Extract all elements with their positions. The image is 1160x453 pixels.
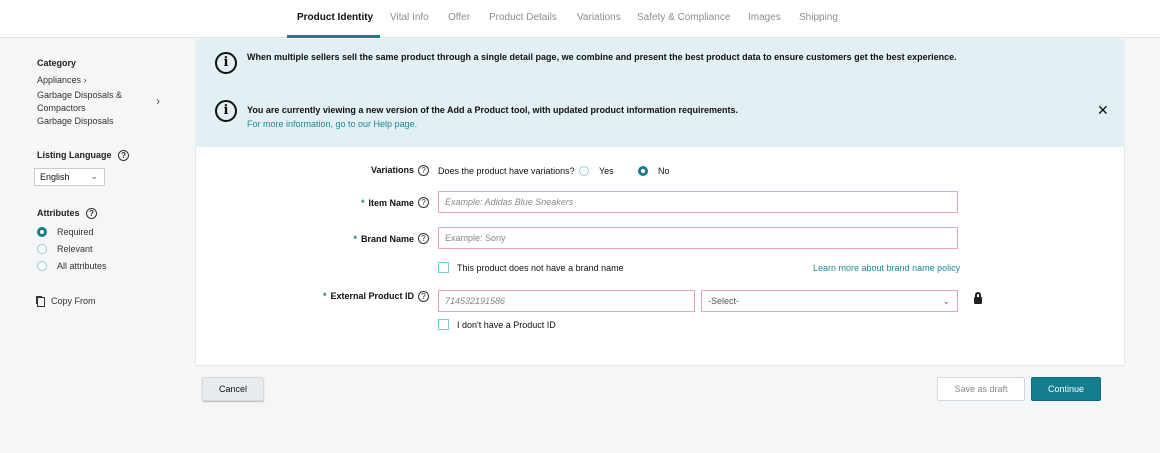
brand-policy-link[interactable]: Learn more about brand name policy xyxy=(813,263,960,273)
copy-from-label: Copy From xyxy=(51,296,96,306)
tab-product-identity[interactable]: Product Identity xyxy=(297,12,373,23)
active-tab-indicator xyxy=(287,35,380,38)
attributes-relevant-label: Relevant xyxy=(57,244,93,254)
info-icon: i xyxy=(215,52,237,74)
tab-shipping[interactable]: Shipping xyxy=(799,12,838,23)
listing-language-heading: Listing Language ? xyxy=(37,150,130,162)
info-banner: i When multiple sellers sell the same pr… xyxy=(195,39,1125,147)
chevron-down-icon: ⌄ xyxy=(942,296,950,306)
external-product-id-label: * External Product ID xyxy=(323,291,414,301)
chevron-down-icon: ⌄ xyxy=(90,171,98,181)
help-icon[interactable]: ? xyxy=(418,197,429,208)
brand-name-input[interactable]: Example: Sony xyxy=(438,227,958,249)
no-product-id-checkbox[interactable] xyxy=(438,319,449,330)
cancel-button[interactable]: Cancel xyxy=(202,377,264,401)
tab-variations[interactable]: Variations xyxy=(577,12,621,23)
required-marker: * xyxy=(353,234,357,244)
variations-yes-label: Yes xyxy=(599,166,614,176)
variations-question: Does the product have variations? xyxy=(438,166,575,176)
category-garbage-disposals-compactors[interactable]: Garbage Disposals & xyxy=(37,90,122,100)
banner-message-sellers: When multiple sellers sell the same prod… xyxy=(247,52,957,62)
item-name-label: * Item Name xyxy=(361,198,414,208)
help-icon[interactable]: ? xyxy=(418,291,429,302)
lock-icon xyxy=(974,292,982,304)
close-icon[interactable]: ✕ xyxy=(1097,102,1109,119)
tab-safety-compliance[interactable]: Safety & Compliance xyxy=(637,12,730,23)
attributes-heading: Attributes ? xyxy=(37,208,98,220)
no-product-id-label: I don't have a Product ID xyxy=(457,320,556,330)
no-brand-label: This product does not have a brand name xyxy=(457,263,624,273)
brand-name-label-text: Brand Name xyxy=(360,234,414,244)
help-icon[interactable]: ? xyxy=(86,208,98,220)
attributes-all-label: All attributes xyxy=(57,261,107,271)
no-brand-checkbox[interactable] xyxy=(438,262,449,273)
item-name-label-text: Item Name xyxy=(368,198,414,208)
help-page-link[interactable]: For more information, go to our Help pag… xyxy=(247,119,417,129)
attributes-label: Attributes xyxy=(37,208,80,218)
select-value: -Select- xyxy=(708,296,740,306)
variations-label: Variations xyxy=(370,165,414,175)
required-marker: * xyxy=(322,291,327,301)
attributes-all-radio[interactable] xyxy=(37,261,47,271)
attributes-relevant-radio[interactable] xyxy=(37,244,47,254)
external-product-id-input[interactable]: 714532191586 xyxy=(438,290,695,312)
tab-images[interactable]: Images xyxy=(748,12,781,23)
copy-from-button[interactable]: Copy From xyxy=(37,296,96,307)
item-name-input[interactable]: Example: Adidas Blue Sneakers xyxy=(438,191,958,213)
category-garbage-disposals: Garbage Disposals xyxy=(37,116,114,126)
attributes-required-label: Required xyxy=(57,227,94,237)
tab-vital-info[interactable]: Vital Info xyxy=(390,12,429,23)
brand-name-label: * Brand Name xyxy=(353,234,414,244)
product-id-type-select[interactable]: -Select- ⌄ xyxy=(701,290,958,312)
variations-no-label: No xyxy=(658,166,670,176)
category-heading: Category xyxy=(37,58,77,68)
category-label: Appliances xyxy=(37,75,82,85)
save-as-draft-button[interactable]: Save as draft xyxy=(937,377,1025,401)
tab-offer[interactable]: Offer xyxy=(448,12,470,23)
help-icon[interactable]: ? xyxy=(418,165,429,176)
external-product-id-label-text: External Product ID xyxy=(330,291,414,301)
tab-product-details[interactable]: Product Details xyxy=(489,12,557,23)
listing-language-label: Listing Language xyxy=(37,150,112,160)
category-compactors[interactable]: Compactors xyxy=(37,103,86,113)
category-appliances[interactable]: Appliances › xyxy=(37,75,87,85)
top-navigation: Product Identity Vital Info Offer Produc… xyxy=(0,0,1160,38)
variations-yes-radio[interactable] xyxy=(579,166,589,176)
chevron-right-icon: › xyxy=(83,75,87,85)
variations-no-radio[interactable] xyxy=(638,166,648,176)
help-icon[interactable]: ? xyxy=(118,150,130,162)
language-value: English xyxy=(40,172,70,182)
chevron-right-icon[interactable]: › xyxy=(156,94,160,108)
required-marker: * xyxy=(360,198,365,208)
language-select[interactable]: English ⌄ xyxy=(34,168,105,186)
banner-message-new-version: You are currently viewing a new version … xyxy=(247,105,739,115)
info-icon: i xyxy=(215,100,237,122)
copy-icon xyxy=(37,296,45,307)
attributes-required-radio[interactable] xyxy=(37,227,47,237)
continue-button[interactable]: Continue xyxy=(1031,377,1101,401)
help-icon[interactable]: ? xyxy=(418,233,429,244)
